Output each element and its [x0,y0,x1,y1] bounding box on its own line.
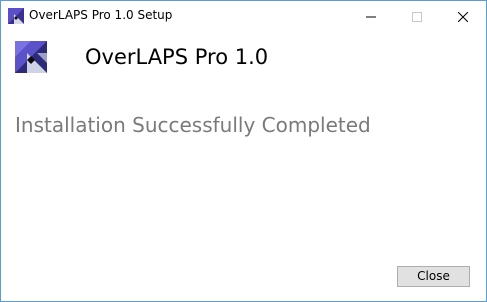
close-button[interactable]: Close [397,266,470,287]
maximize-icon [412,7,422,26]
installation-status: Installation Successfully Completed [15,113,371,137]
overlaps-app-icon [8,8,24,24]
titlebar-close-button[interactable] [440,1,486,31]
minimize-icon [366,7,376,26]
close-icon [457,7,469,26]
overlaps-logo-icon [15,41,47,73]
title-bar[interactable]: OverLAPS Pro 1.0 Setup [1,1,486,31]
window-title: OverLAPS Pro 1.0 Setup [29,8,173,22]
minimize-button[interactable] [348,1,394,31]
product-title: OverLAPS Pro 1.0 [85,45,269,69]
maximize-button [394,1,440,31]
setup-window: OverLAPS Pro 1.0 Setup OverLAPS Pro 1.0 … [0,0,487,302]
